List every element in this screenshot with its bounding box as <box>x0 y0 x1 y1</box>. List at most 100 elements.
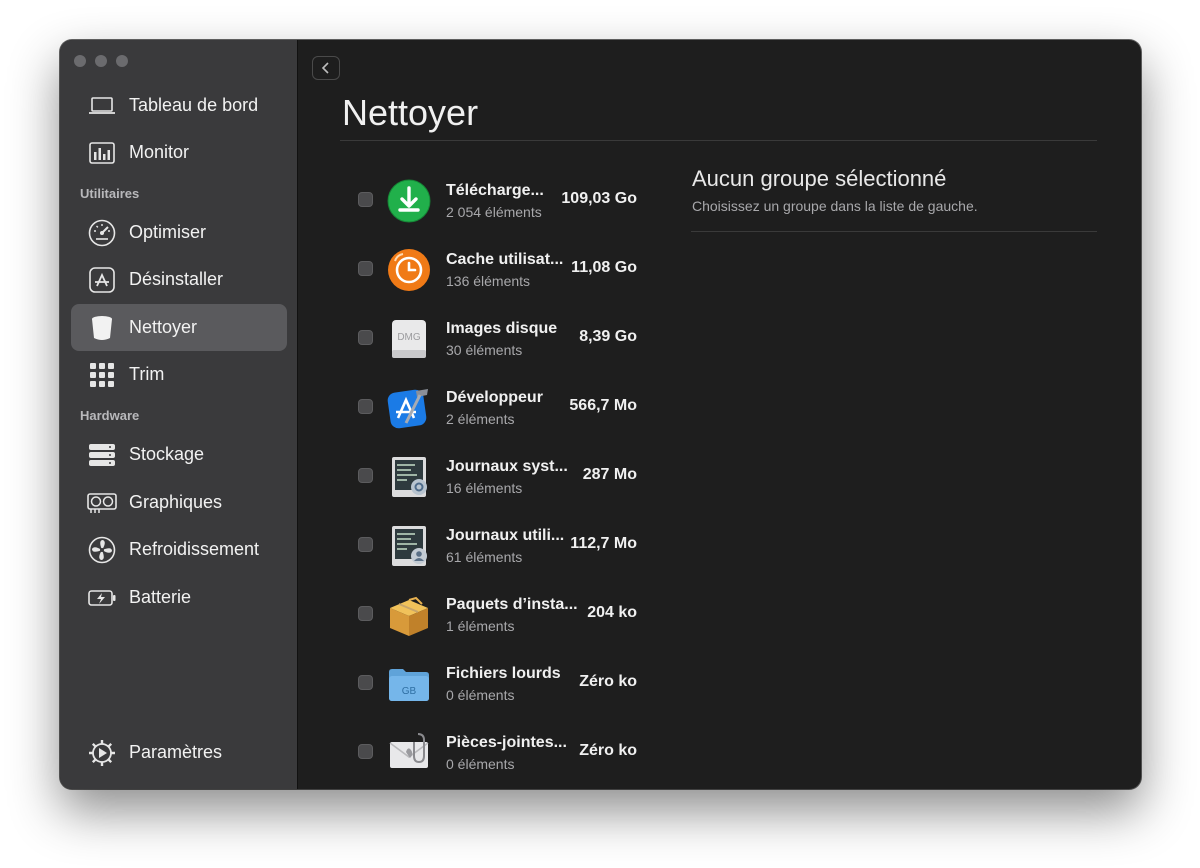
laptop-icon <box>87 91 117 121</box>
row-checkbox[interactable] <box>358 675 373 690</box>
download-icon <box>386 178 432 224</box>
group-count: 16 éléments <box>446 480 523 496</box>
window-controls <box>74 55 128 67</box>
fan-icon <box>87 535 117 565</box>
group-size: 11,08 Go <box>571 259 637 276</box>
row-checkbox[interactable] <box>358 606 373 621</box>
gpu-icon <box>87 488 117 518</box>
section-header-hardware: Hardware <box>80 408 140 423</box>
mail-attachment-icon <box>386 730 432 776</box>
gear-icon <box>87 738 117 768</box>
row-checkbox[interactable] <box>358 744 373 759</box>
list-item[interactable]: Télécharge... 2 054 éléments 109,03 Go <box>358 170 658 230</box>
list-item[interactable]: Journaux utili... 61 éléments 112,7 Mo <box>358 515 658 575</box>
section-header-utilities: Utilitaires <box>80 186 140 201</box>
sidebar-item-optimize[interactable]: Optimiser <box>71 209 287 256</box>
sidebar-item-settings[interactable]: Paramètres <box>71 729 287 776</box>
group-count: 30 éléments <box>446 342 523 358</box>
sidebar-item-storage[interactable]: Stockage <box>71 431 287 478</box>
user-log-icon <box>386 523 432 569</box>
sidebar-item-trim[interactable]: Trim <box>71 351 287 398</box>
detail-subtitle: Choisissez un groupe dans la liste de ga… <box>692 198 978 214</box>
divider <box>340 140 1097 141</box>
sidebar-item-monitor[interactable]: Monitor <box>71 129 287 176</box>
group-size: Zéro ko <box>579 673 637 690</box>
group-count: 2 éléments <box>446 411 515 427</box>
sidebar: Tableau de bord Monitor Utilitaires Opti… <box>60 40 298 789</box>
group-name: Développeur <box>446 389 543 406</box>
grid-icon <box>87 360 117 390</box>
xcode-icon <box>386 385 432 431</box>
sidebar-item-label: Trim <box>129 364 165 384</box>
sidebar-item-label: Refroidissement <box>129 539 260 559</box>
sidebar-item-label: Monitor <box>129 142 190 162</box>
row-checkbox[interactable] <box>358 261 373 276</box>
sidebar-item-label: Stockage <box>129 444 205 464</box>
storage-icon <box>87 440 117 470</box>
group-name: Journaux syst... <box>446 458 568 475</box>
group-count: 1 éléments <box>446 618 515 634</box>
sidebar-item-graphics[interactable]: Graphiques <box>71 479 287 526</box>
row-checkbox[interactable] <box>358 537 373 552</box>
row-checkbox[interactable] <box>358 192 373 207</box>
group-name: Images disque <box>446 320 558 337</box>
group-count: 0 éléments <box>446 756 515 772</box>
sidebar-item-clean[interactable]: Nettoyer <box>71 304 287 351</box>
list-item[interactable]: Paquets d’insta... 1 éléments 204 ko <box>358 584 658 644</box>
group-size: 112,7 Mo <box>570 535 637 552</box>
group-count: 0 éléments <box>446 687 515 703</box>
sidebar-item-label: Batterie <box>129 587 192 607</box>
back-button[interactable] <box>312 56 340 80</box>
group-name: Cache utilisat... <box>446 251 564 268</box>
sidebar-item-label: Désinstaller <box>129 269 224 289</box>
group-size: 566,7 Mo <box>569 397 637 414</box>
sidebar-item-label: Paramètres <box>129 742 223 762</box>
sidebar-item-label: Nettoyer <box>129 317 198 337</box>
list-item[interactable]: Développeur 2 éléments 566,7 Mo <box>358 377 658 437</box>
list-item[interactable]: Cache utilisat... 136 éléments 11,08 Go <box>358 239 658 299</box>
dmg-icon: DMG <box>386 316 432 362</box>
group-count: 136 éléments <box>446 273 531 289</box>
battery-icon <box>87 583 117 613</box>
system-log-icon <box>386 454 432 500</box>
group-count: 61 éléments <box>446 549 523 565</box>
list-item[interactable]: Pièces-jointes... 0 éléments Zéro ko <box>358 722 658 782</box>
list-item[interactable]: GB Fichiers lourds 0 éléments Zéro ko <box>358 653 658 713</box>
row-checkbox[interactable] <box>358 330 373 345</box>
detail-title: Aucun groupe sélectionné <box>692 166 947 191</box>
group-name: Paquets d’insta... <box>446 596 578 613</box>
close-window-button[interactable] <box>74 55 86 67</box>
sidebar-item-cooling[interactable]: Refroidissement <box>71 526 287 573</box>
sidebar-item-label: Graphiques <box>129 492 223 512</box>
main-pane: Nettoyer Télécharge... 2 054 éléments 10… <box>298 40 1141 789</box>
group-name: Pièces-jointes... <box>446 734 567 751</box>
list-item[interactable]: DMG Images disque 30 éléments 8,39 Go <box>358 308 658 368</box>
minimize-window-button[interactable] <box>95 55 107 67</box>
page-title: Nettoyer <box>342 92 479 133</box>
sidebar-item-label: Tableau de bord <box>129 95 259 115</box>
sidebar-item-label: Optimiser <box>129 222 207 242</box>
sidebar-item-uninstall[interactable]: Désinstaller <box>71 256 287 303</box>
group-name: Fichiers lourds <box>446 665 561 682</box>
chevron-left-icon <box>321 62 329 74</box>
group-name: Journaux utili... <box>446 527 565 544</box>
app-window: Tableau de bord Monitor Utilitaires Opti… <box>60 40 1141 789</box>
sidebar-item-dashboard[interactable]: Tableau de bord <box>71 82 287 129</box>
group-size: 109,03 Go <box>561 190 637 207</box>
group-name: Télécharge... <box>446 182 544 199</box>
sidebar-item-battery[interactable]: Batterie <box>71 574 287 621</box>
group-size: Zéro ko <box>579 742 637 759</box>
row-checkbox[interactable] <box>358 468 373 483</box>
folder-icon: GB <box>386 661 432 707</box>
app-store-icon <box>87 265 117 295</box>
monitor-chart-icon <box>87 138 117 168</box>
group-size: 8,39 Go <box>579 328 637 345</box>
list-item[interactable]: Journaux syst... 16 éléments 287 Mo <box>358 446 658 506</box>
clock-icon <box>386 247 432 293</box>
package-icon <box>386 592 432 638</box>
zoom-window-button[interactable] <box>116 55 128 67</box>
svg-text:DMG: DMG <box>397 332 421 343</box>
group-size: 204 ko <box>587 604 637 621</box>
row-checkbox[interactable] <box>358 399 373 414</box>
group-size: 287 Mo <box>582 466 637 483</box>
